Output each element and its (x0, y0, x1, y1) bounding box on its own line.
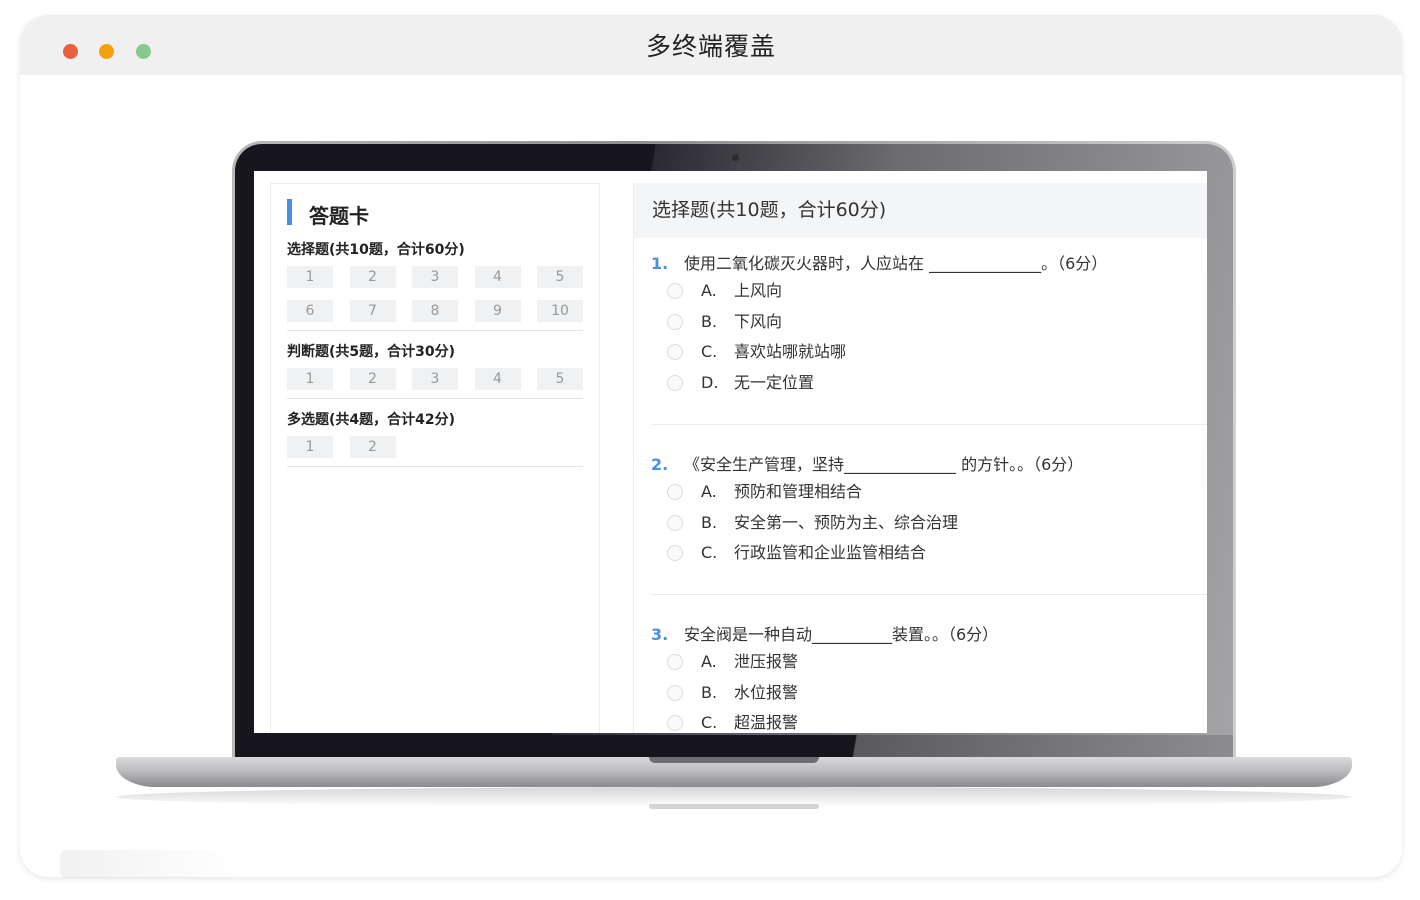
question-number-button[interactable]: 4 (474, 368, 521, 390)
laptop-base (116, 757, 1352, 787)
radio-button[interactable] (667, 654, 683, 670)
question-item: 2. 《安全生产管理，坚持______________ 的方针。。（6分） A. 预… (651, 453, 1207, 569)
watermark (60, 850, 240, 878)
answer-option[interactable]: C. 喜欢站哪就站哪 (651, 337, 1207, 368)
question-number-button[interactable]: 5 (537, 266, 583, 288)
section-divider (287, 466, 583, 467)
question-number-button[interactable]: 6 (287, 300, 333, 322)
option-text: 水位报警 (734, 682, 799, 702)
answer-option[interactable]: A. 泄压报警 (651, 647, 1207, 678)
laptop-screen: 答题卡 选择题(共10题，合计60分) 1 2 3 4 5 6 7 8 9 10… (254, 171, 1207, 733)
option-letter: B. (701, 311, 718, 331)
question-number-button[interactable]: 5 (537, 368, 583, 390)
answer-option[interactable]: C. 超温报警 (651, 708, 1207, 733)
option-letter: C. (701, 342, 718, 361)
answer-option[interactable]: B. 水位报警 (651, 678, 1207, 709)
radio-button[interactable] (667, 684, 683, 701)
radio-button[interactable] (667, 283, 683, 299)
questions-header: 选择题(共10题，合计60分) (634, 183, 1207, 238)
answer-option[interactable]: B. 下风向 (651, 307, 1207, 338)
question-item: 3. 安全阀是一种自动__________装置。。（6分） A. 泄压报警 B. 水位… (651, 623, 1207, 733)
answer-option[interactable]: A. 上风向 (651, 276, 1207, 307)
question-number-button[interactable]: 3 (412, 368, 458, 390)
option-text: 上风向 (734, 281, 783, 300)
title-accent-bar (287, 199, 292, 225)
question-text: 《安全生产管理，坚持______________ 的方针。。（6分） (684, 455, 1084, 474)
answer-option[interactable]: D. 无一定位置 (651, 368, 1207, 399)
question-number-button[interactable]: 1 (287, 266, 333, 288)
question-number-button[interactable]: 2 (349, 368, 396, 390)
section-multiple-choice: 多选题(共4题，合计42分) 1 2 (287, 410, 583, 467)
question-number-grid: 1 2 3 4 5 6 7 8 9 10 (287, 266, 583, 322)
radio-button[interactable] (667, 344, 683, 360)
window-title: 多终端覆盖 (645, 32, 776, 61)
radio-button[interactable] (667, 484, 683, 500)
laptop-reflection-notch (649, 804, 819, 809)
option-text: 安全第一、预防为主、综合治理 (734, 512, 959, 532)
option-letter: A. (701, 281, 717, 300)
radio-button[interactable] (667, 313, 683, 330)
question-number: 1. (651, 254, 669, 273)
radio-button[interactable] (667, 545, 683, 561)
option-text: 泄压报警 (734, 652, 799, 671)
question-text: 安全阀是一种自动__________装置。。（6分） (684, 625, 999, 644)
section-single-choice: 选择题(共10题，合计60分) 1 2 3 4 5 6 7 8 9 10 (287, 240, 583, 331)
question-item: 1. 使用二氧化碳灭火器时，人应站在 ______________。（6分） A.… (651, 252, 1207, 398)
question-number-button[interactable]: 1 (287, 368, 333, 390)
question-number-grid: 1 2 3 4 5 (287, 368, 583, 390)
radio-button[interactable] (667, 514, 683, 531)
option-text: 超温报警 (734, 713, 799, 732)
question-text: 使用二氧化碳灭火器时，人应站在 ______________。（6分） (684, 254, 1108, 273)
question-number-button[interactable]: 10 (537, 300, 583, 322)
option-letter: D. (701, 372, 719, 392)
section-title: 判断题(共5题，合计30分) (287, 344, 456, 360)
question-stem: 1. 使用二氧化碳灭火器时，人应站在 ______________。（6分） (651, 252, 1207, 276)
answer-card-panel: 答题卡 选择题(共10题，合计60分) 1 2 3 4 5 6 7 8 9 10… (270, 183, 600, 733)
questions-panel: 选择题(共10题，合计60分) 1. 使用二氧化碳灭火器时，人应站在 ______… (633, 183, 1207, 733)
answer-card-title: 答题卡 (309, 204, 369, 228)
question-number-grid: 1 2 (287, 436, 583, 458)
option-letter: A. (701, 652, 717, 671)
answer-option[interactable]: A. 预防和管理相结合 (651, 477, 1207, 508)
question-number-button[interactable]: 1 (287, 436, 333, 458)
answer-option[interactable]: B. 安全第一、预防为主、综合治理 (651, 508, 1207, 539)
question-number-button[interactable]: 4 (474, 266, 521, 288)
question-number: 3. (651, 625, 669, 644)
radio-button[interactable] (667, 715, 683, 731)
question-divider (651, 594, 1207, 595)
option-text: 下风向 (734, 311, 783, 331)
question-divider (651, 424, 1207, 425)
question-stem: 2. 《安全生产管理，坚持______________ 的方针。。（6分） (651, 453, 1207, 477)
question-number-button[interactable]: 7 (349, 300, 396, 322)
question-number: 2. (651, 455, 669, 474)
question-number-button[interactable]: 2 (349, 266, 396, 288)
question-number-button[interactable]: 2 (349, 436, 396, 458)
option-letter: B. (701, 512, 718, 532)
camera-icon (732, 154, 739, 161)
section-title: 多选题(共4题，合计42分) (287, 412, 456, 428)
question-stem: 3. 安全阀是一种自动__________装置。。（6分） (651, 623, 1207, 647)
laptop-notch (649, 757, 819, 763)
option-letter: A. (701, 482, 717, 501)
option-text: 无一定位置 (734, 372, 815, 392)
section-true-false: 判断题(共5题，合计30分) 1 2 3 4 5 (287, 342, 583, 399)
section-title: 选择题(共10题，合计60分) (287, 242, 465, 258)
option-letter: C. (701, 713, 718, 732)
answer-option[interactable]: C. 行政监管和企业监管相结合 (651, 538, 1207, 569)
section-divider (287, 330, 583, 331)
radio-button[interactable] (667, 374, 683, 391)
option-text: 行政监管和企业监管相结合 (734, 543, 927, 562)
option-letter: B. (701, 682, 718, 702)
option-text: 预防和管理相结合 (734, 482, 863, 501)
option-letter: C. (701, 543, 718, 562)
question-number-button[interactable]: 3 (412, 266, 458, 288)
section-divider (287, 398, 583, 399)
title-bar: 多终端覆盖 (20, 15, 1402, 75)
question-number-button[interactable]: 9 (474, 300, 521, 322)
question-number-button[interactable]: 8 (412, 300, 458, 322)
option-text: 喜欢站哪就站哪 (734, 342, 847, 361)
